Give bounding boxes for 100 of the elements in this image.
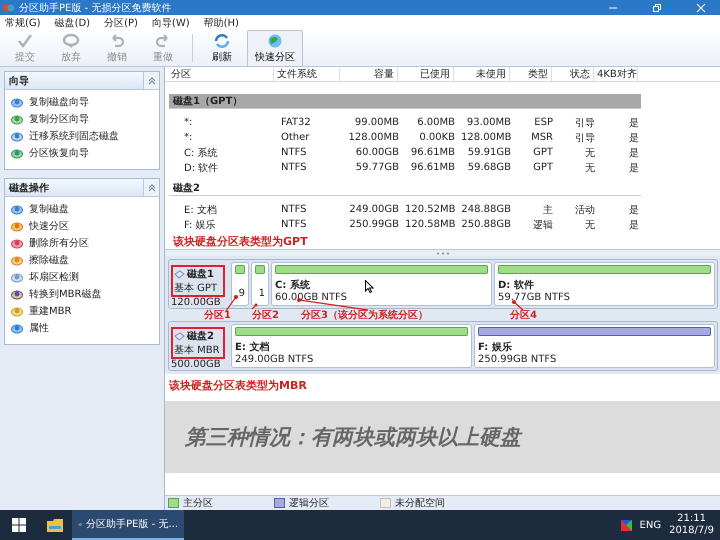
chevron-icon xyxy=(148,184,156,192)
table-cell-text: 250.99GB xyxy=(348,219,400,230)
folder-icon xyxy=(47,518,63,532)
disk-type: 基本 MBR xyxy=(174,345,220,356)
annotation-arrow xyxy=(226,295,238,312)
disk-group-header[interactable]: 磁盘2 xyxy=(169,181,641,196)
partition-detail: 60.00GB NTFS xyxy=(275,292,347,303)
panel-title: 磁盘操作 xyxy=(9,182,49,194)
table-cell-text: 59.91GB xyxy=(466,147,512,158)
annotation-note: 该块硬盘分区表类型为MBR xyxy=(168,378,308,393)
toolbar-button[interactable]: 快速分区 xyxy=(247,30,303,66)
disk-name: 磁盘1（GPT） xyxy=(172,94,242,108)
disk-size: 120.00GB xyxy=(171,297,222,308)
annotation-arrow xyxy=(252,304,258,310)
table-cell-text: 是 xyxy=(628,132,640,144)
partition-detail: 1 xyxy=(258,288,265,299)
table-cell-text: F: 娱乐 xyxy=(183,218,217,232)
column-header[interactable]: 分区 xyxy=(168,67,274,81)
table-cell-text: 249.00GB xyxy=(348,204,400,215)
menu-item[interactable]: 向导(W) xyxy=(152,16,190,30)
partition-block[interactable]: D: 软件 59.77GB NTFS xyxy=(494,262,715,306)
table-cell-text: 引导 xyxy=(574,132,596,144)
close-icon[interactable] xyxy=(696,2,706,12)
taskbar-app-button[interactable]: 分区助手PE版 - 无... xyxy=(72,510,184,540)
check-icon xyxy=(16,32,34,48)
collapse-button[interactable] xyxy=(143,72,159,89)
legend-label: 未分配空间 xyxy=(395,496,445,510)
legend-label: 逻辑分区 xyxy=(289,496,329,510)
annotation-label: 分区1 xyxy=(204,308,231,322)
table-cell-text: GPT xyxy=(532,162,554,173)
menu-item[interactable]: 分区(P) xyxy=(104,16,138,30)
windows-logo-icon xyxy=(12,518,26,532)
restore-icon[interactable] xyxy=(652,2,662,12)
sidebar-item[interactable]: 重建MBR xyxy=(11,302,159,319)
legend-label: 主分区 xyxy=(183,496,213,510)
splitter-handle[interactable] xyxy=(436,252,450,254)
column-header[interactable]: 状态 xyxy=(552,67,594,81)
table-cell-text: 逻辑 xyxy=(532,218,554,232)
table-cell-text: 0.00KB xyxy=(418,132,456,143)
language-indicator[interactable]: ENG xyxy=(640,520,662,530)
table-cell-text: 6.00MB xyxy=(416,117,456,128)
annotation-label: 分区2 xyxy=(252,308,279,322)
sidebar-item[interactable]: 属性 xyxy=(11,319,159,336)
clock[interactable]: 21:11 2018/7/9 xyxy=(669,513,714,537)
annotation-arrow xyxy=(512,300,524,310)
sidebar-item[interactable]: 擦除磁盘 xyxy=(11,251,159,268)
table-cell-text: ESP xyxy=(533,117,554,128)
partition-label: F: 娱乐 xyxy=(478,340,512,354)
table-cell-text: NTFS xyxy=(280,162,308,173)
color-square-icon xyxy=(620,520,632,530)
globe-icon xyxy=(266,32,284,48)
menu-item[interactable]: 常规(G) xyxy=(5,16,41,30)
toolbar-button[interactable]: 刷新 xyxy=(201,30,243,66)
sidebar-item[interactable]: 分区恢复向导 xyxy=(11,144,159,161)
sidebar-item[interactable]: 复制分区向导 xyxy=(11,110,159,127)
table-cell-text: 250.88GB xyxy=(460,219,512,230)
menu-item[interactable]: 磁盘(D) xyxy=(54,16,90,30)
table-cell-text: 93.00MB xyxy=(466,117,512,128)
table-cell-text: 无 xyxy=(584,162,596,174)
table-cell-text: NTFS xyxy=(280,204,308,215)
table-cell-text: 无 xyxy=(584,146,596,160)
partition-block[interactable]: E: 文档 249.00GB NTFS xyxy=(231,324,472,368)
partition-detail: 9 xyxy=(238,288,245,299)
column-header[interactable]: 未使用 xyxy=(454,67,510,81)
partition-label: C: 系统 xyxy=(275,278,310,292)
sidebar-item[interactable]: 快速分区 xyxy=(11,217,159,234)
annotation-label: 分区4 xyxy=(510,308,537,322)
table-cell-text: 248.88GB xyxy=(460,204,512,215)
menu-item[interactable]: 帮助(H) xyxy=(204,16,239,30)
collapse-button[interactable] xyxy=(143,179,159,196)
clock-time: 21:11 xyxy=(677,513,706,525)
disk-name: 磁盘1 xyxy=(187,268,214,281)
app-logo-icon xyxy=(3,2,15,12)
table-cell-text: 96.61MB xyxy=(410,162,456,173)
partition-block[interactable]: 9 xyxy=(231,262,249,306)
partition-block[interactable]: C: 系统 60.00GB NTFS xyxy=(271,262,492,306)
table-cell-text: 59.77GB xyxy=(354,162,400,173)
table-cell-text: C: 系统 xyxy=(183,146,219,160)
table-cell-text: 是 xyxy=(628,204,640,216)
column-header[interactable]: 文件系统 xyxy=(274,67,340,81)
sidebar-item[interactable]: 复制磁盘 xyxy=(11,200,159,217)
column-header[interactable]: 已使用 xyxy=(398,67,454,81)
sidebar-item[interactable]: 复制磁盘向导 xyxy=(11,93,159,110)
window-title: 分区助手PE版 - 无损分区免费软件 xyxy=(19,2,172,14)
sidebar-item[interactable]: 坏扇区检测 xyxy=(11,268,159,285)
column-header[interactable]: 类型 xyxy=(510,67,552,81)
table-cell-text: 活动 xyxy=(574,204,596,216)
column-header[interactable]: 容量 xyxy=(340,67,398,81)
clock-date: 2018/7/9 xyxy=(669,525,714,537)
sidebar-item[interactable]: 迁移系统到固态磁盘 xyxy=(11,127,159,144)
sidebar-item[interactable]: 删除所有分区 xyxy=(11,234,159,251)
table-cell-text: 主 xyxy=(542,204,554,216)
selected-disk-row[interactable]: 磁盘1（GPT） xyxy=(169,94,641,109)
partition-label: D: 软件 xyxy=(498,278,534,292)
column-header[interactable]: 4KB对齐 xyxy=(594,67,638,81)
table-cell-text: E: 文档 xyxy=(183,204,218,216)
partition-block[interactable]: F: 娱乐 250.99GB NTFS xyxy=(474,324,715,368)
disk-name: 磁盘2 xyxy=(172,182,200,195)
partition-block[interactable]: 1 xyxy=(251,262,269,306)
sidebar-item[interactable]: 转换到MBR磁盘 xyxy=(11,285,159,302)
